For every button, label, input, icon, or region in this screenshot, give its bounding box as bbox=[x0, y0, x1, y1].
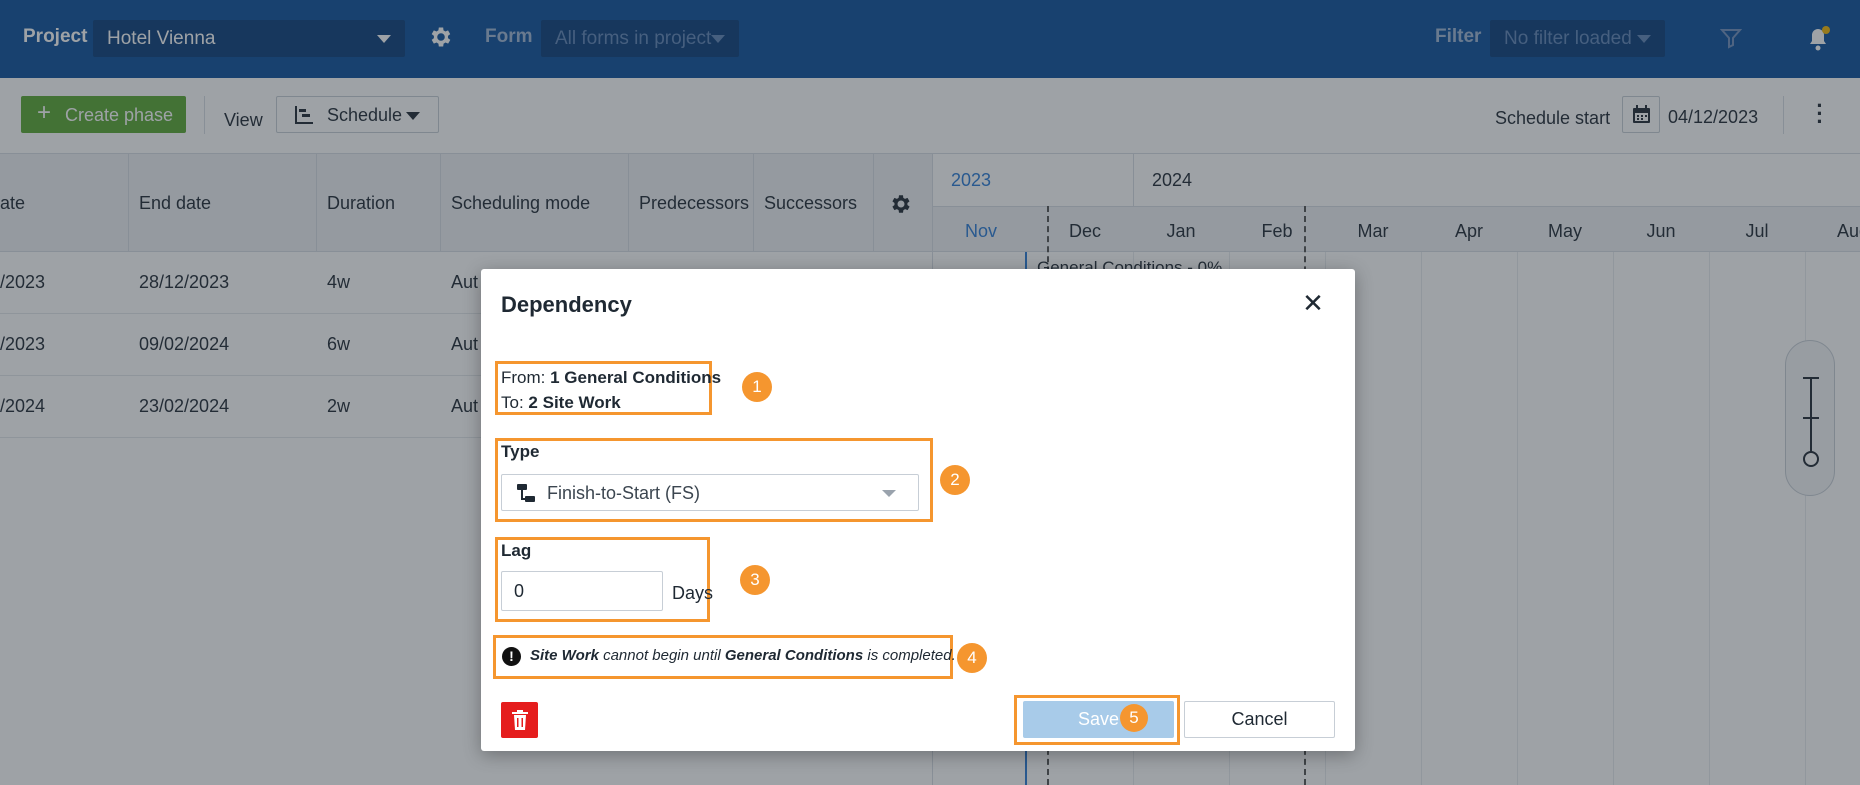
from-label: From: bbox=[501, 368, 546, 387]
from-value: 1 General Conditions bbox=[550, 368, 722, 387]
lag-label: Lag bbox=[501, 541, 532, 560]
close-icon[interactable]: ✕ bbox=[1301, 290, 1325, 316]
to-value: 2 Site Work bbox=[528, 393, 621, 412]
lag-input[interactable] bbox=[501, 571, 663, 611]
dependency-dialog: Dependency ✕ From: 1 General Conditions … bbox=[481, 269, 1355, 751]
step-badge: 5 bbox=[1120, 704, 1148, 732]
step-badge: 1 bbox=[742, 372, 772, 402]
step-badge: 4 bbox=[957, 643, 987, 673]
delete-dependency-button[interactable] bbox=[501, 702, 538, 738]
warning-middle: cannot begin until bbox=[603, 647, 721, 664]
dependency-warning: Site Work cannot begin until General Con… bbox=[530, 647, 956, 664]
warning-object: General Conditions bbox=[724, 647, 864, 664]
alert-icon: ! bbox=[502, 647, 521, 666]
trash-icon bbox=[511, 710, 529, 735]
finish-to-start-icon bbox=[515, 482, 537, 509]
save-button[interactable]: Save bbox=[1023, 701, 1174, 738]
dependency-endpoints: From: 1 General Conditions To: 2 Site Wo… bbox=[501, 365, 721, 415]
to-label: To: bbox=[501, 393, 524, 412]
dialog-title: Dependency bbox=[501, 292, 632, 317]
lag-unit-label: Days bbox=[672, 583, 714, 603]
cancel-button[interactable]: Cancel bbox=[1184, 701, 1335, 738]
dependency-type-value: Finish-to-Start (FS) bbox=[547, 483, 701, 503]
chevron-down-icon bbox=[882, 490, 896, 497]
type-label: Type bbox=[501, 442, 540, 461]
warning-subject: Site Work bbox=[530, 647, 599, 664]
step-badge: 2 bbox=[940, 465, 970, 495]
dependency-type-select[interactable]: Finish-to-Start (FS) bbox=[501, 474, 919, 511]
warning-end: is completed. bbox=[867, 647, 956, 664]
step-badge: 3 bbox=[740, 565, 770, 595]
